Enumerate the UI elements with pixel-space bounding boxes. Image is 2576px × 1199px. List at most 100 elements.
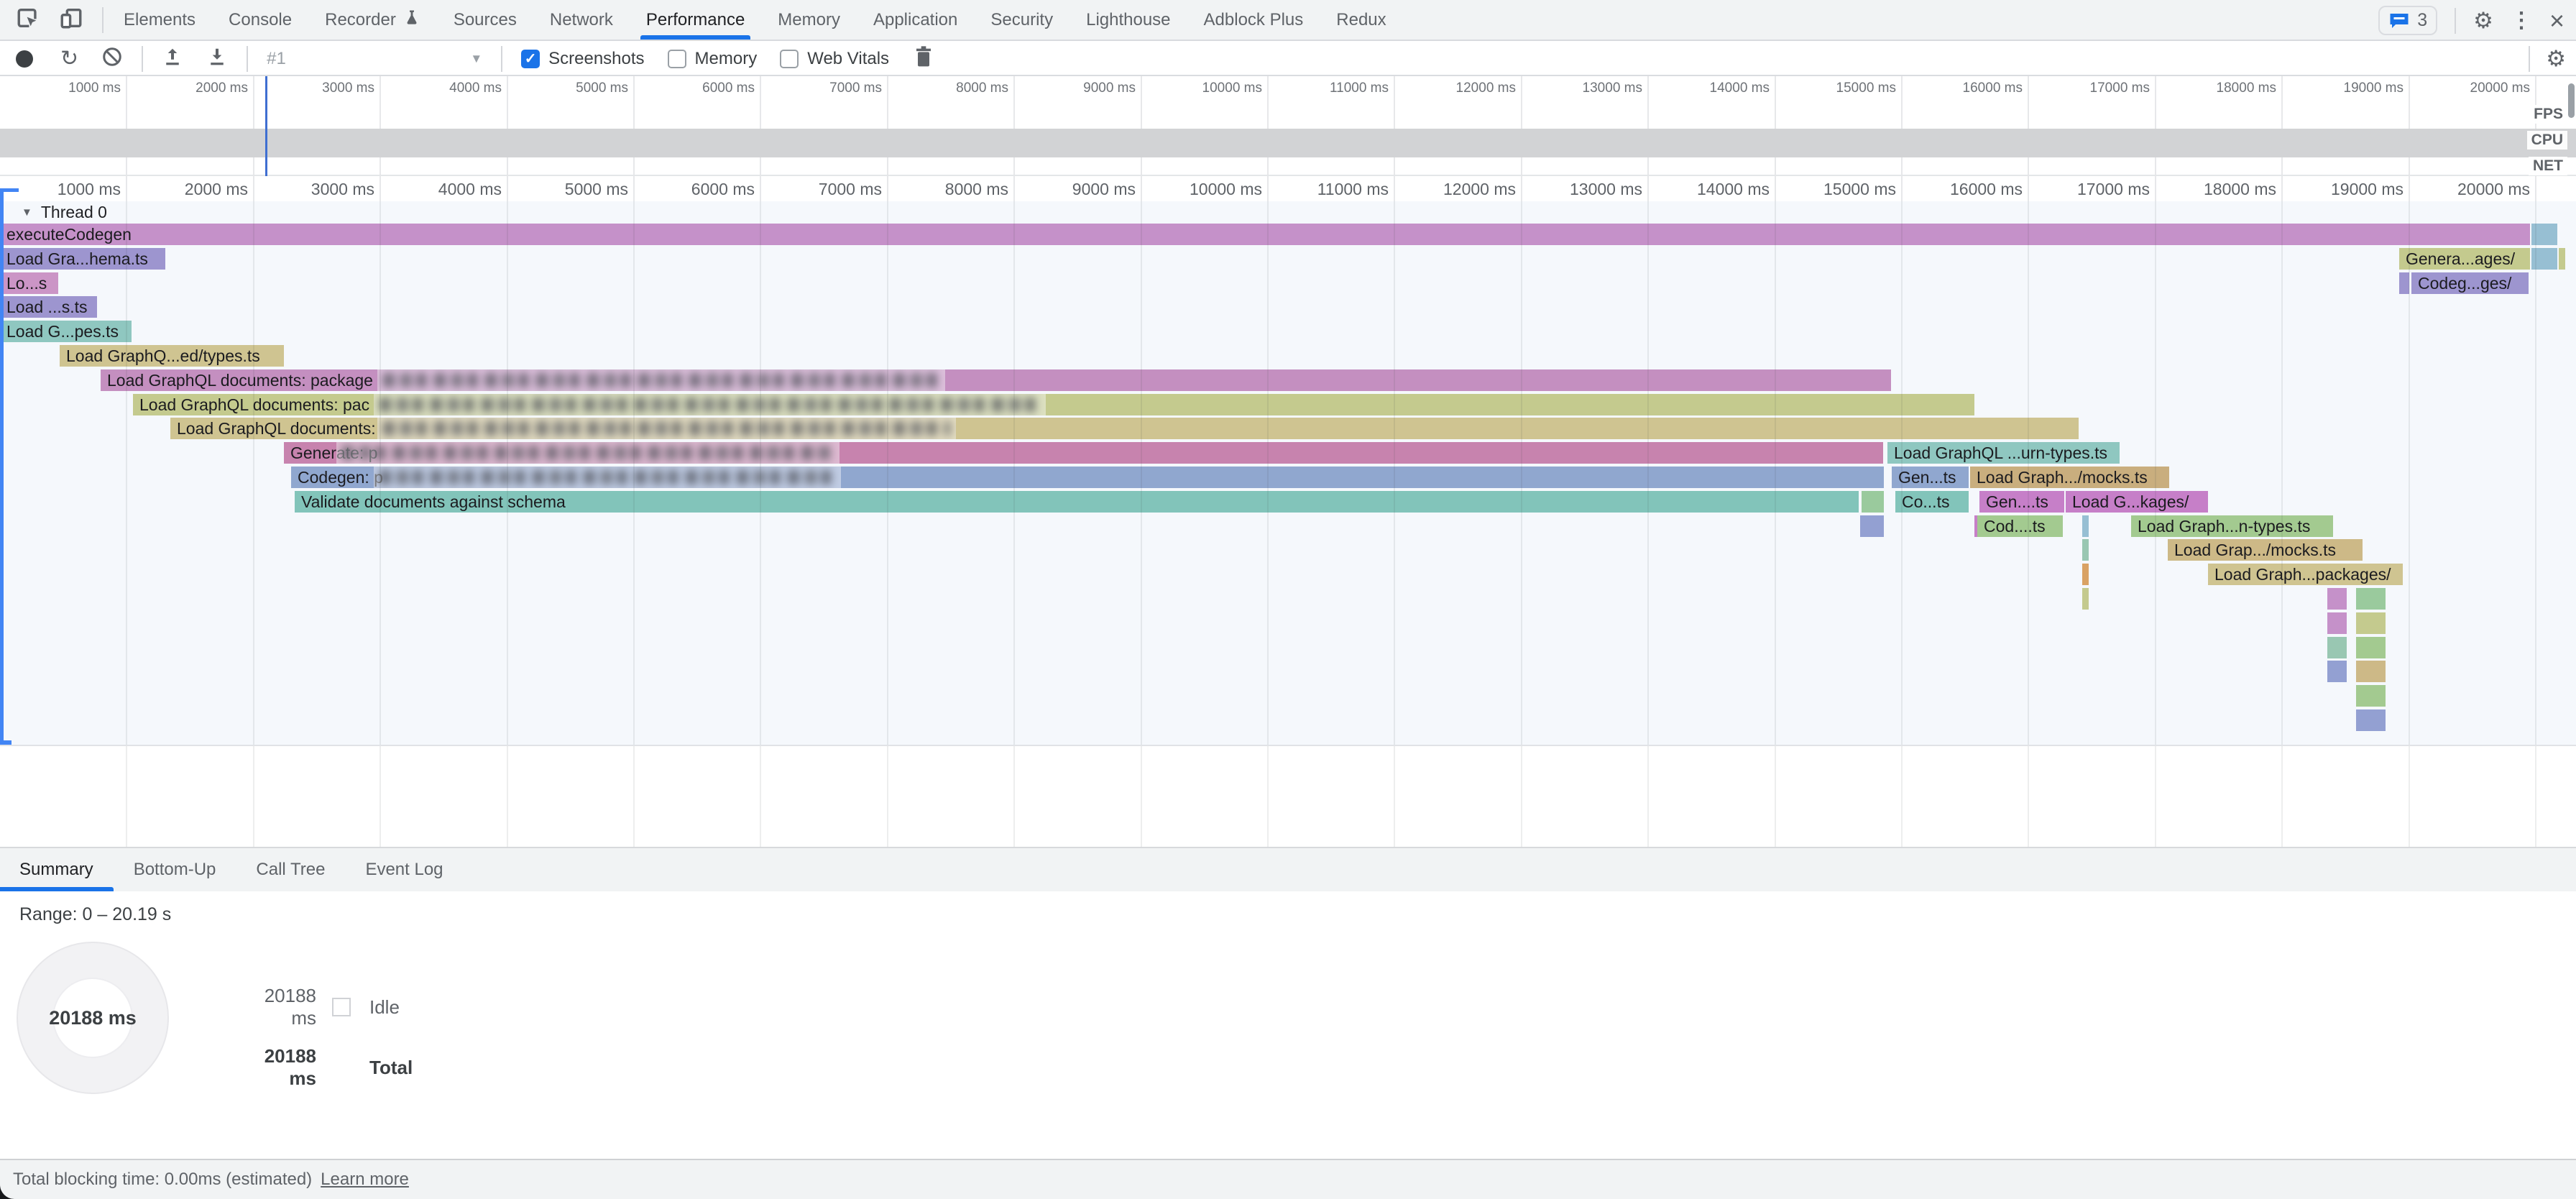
timeline-overview[interactable]: 1000 ms2000 ms3000 ms4000 ms5000 ms6000 … [0, 76, 2576, 176]
history-select[interactable]: #1 ▼ [267, 49, 482, 69]
inspect-element-icon[interactable] [16, 6, 40, 34]
flame-bar-load-graph-n-types-ts[interactable]: Load Graph...n-types.ts [2131, 515, 2333, 537]
flame-bar[interactable] [2356, 637, 2386, 658]
device-toolbar-icon[interactable] [59, 6, 83, 34]
save-profile-icon[interactable] [206, 46, 228, 71]
flame-bar-label: Validate documents against schema [301, 492, 566, 511]
more-options-icon[interactable]: ⋮ [2511, 8, 2532, 33]
flamechart-pane[interactable]: ▼ Thread 0 executeCodegen Load Gra...hema… [0, 201, 2576, 847]
flame-bar-load-graph-mocks-ts[interactable]: Load Graph.../mocks.ts [1970, 467, 2169, 488]
close-devtools-icon[interactable]: × [2549, 8, 2564, 34]
track-bottom-divider [0, 745, 2576, 746]
redacted-text-blur [374, 467, 841, 488]
flame-bar[interactable] [2356, 709, 2386, 731]
load-profile-icon[interactable] [162, 46, 183, 71]
flame-bar[interactable] [2531, 248, 2557, 270]
tab-console[interactable]: Console [229, 0, 292, 40]
tab-lighthouse[interactable]: Lighthouse [1086, 0, 1170, 40]
tab-redux[interactable]: Redux [1336, 0, 1386, 40]
issues-badge[interactable]: 3 [2378, 6, 2437, 35]
overview-tick-label: 11000 ms [1245, 81, 1389, 96]
flame-bar-gen-ts[interactable]: Gen....ts [1979, 491, 2064, 513]
flame-bar[interactable] [2082, 539, 2089, 561]
reload-and-record-icon[interactable]: ↻ [60, 48, 78, 70]
overview-scrollbar-thumb[interactable] [2568, 83, 2575, 118]
checkbox-unchecked-icon[interactable] [780, 50, 799, 68]
record-button[interactable] [16, 50, 33, 68]
flame-bar[interactable] [1862, 491, 1884, 513]
flame-bar[interactable] [2531, 224, 2557, 245]
checkbox-screenshots[interactable]: ✓ Screenshots [521, 49, 644, 69]
flame-bar[interactable] [2327, 612, 2347, 634]
flame-bar-generate-p[interactable]: Generate: p [284, 442, 1883, 464]
details-tab-summary[interactable]: Summary [0, 848, 114, 891]
overview-tick-label: 2000 ms [104, 81, 248, 96]
flame-bar[interactable] [2399, 272, 2409, 294]
flame-bar-load-graphql-documents-pac[interactable]: Load GraphQL documents: pac [133, 394, 1974, 415]
checkbox-label: Screenshots [548, 49, 644, 69]
flame-bar[interactable] [2327, 637, 2347, 658]
flame-bar-cod-ts[interactable]: Cod....ts [1977, 515, 2063, 537]
tab-elements[interactable]: Elements [124, 0, 196, 40]
details-tab-bottom-up[interactable]: Bottom-Up [114, 848, 236, 891]
flame-bar[interactable] [1860, 515, 1884, 537]
flame-bar-load-graphq-ed-types-ts[interactable]: Load GraphQ...ed/types.ts [60, 345, 284, 367]
settings-gear-icon[interactable]: ⚙ [2473, 9, 2493, 32]
capture-settings-gear-icon[interactable]: ⚙ [2546, 47, 2566, 70]
overview-net-label: NET [2529, 157, 2567, 175]
flame-bar-load-g-kages[interactable]: Load G...kages/ [2066, 491, 2208, 513]
overview-tick-label: 5000 ms [484, 81, 628, 96]
flame-bar-genera-ages[interactable]: Genera...ages/ [2399, 248, 2530, 270]
thread-track-header[interactable]: ▼ Thread 0 [22, 201, 107, 224]
flame-bar-gen-ts[interactable]: Gen...ts [1892, 467, 1969, 488]
flame-bar-load-gra-hema-ts[interactable]: Load Gra...hema.ts [0, 248, 165, 270]
flame-bar[interactable] [2356, 685, 2386, 707]
checkbox-web-vitals[interactable]: Web Vitals [780, 49, 889, 69]
checkbox-memory[interactable]: Memory [668, 49, 758, 69]
flame-bar[interactable] [2559, 248, 2565, 270]
flame-bar[interactable] [2082, 564, 2089, 585]
tab-recorder[interactable]: Recorder [325, 0, 420, 40]
flame-bar-codeg-ges[interactable]: Codeg...ges/ [2411, 272, 2529, 294]
flame-bar[interactable] [2356, 661, 2386, 682]
flame-bar-executecodegen[interactable]: executeCodegen [0, 224, 2530, 245]
delete-recording-icon[interactable] [914, 45, 934, 72]
overview-cpu-label: CPU [2527, 131, 2567, 150]
tab-security[interactable]: Security [990, 0, 1053, 40]
flame-bar-co-ts[interactable]: Co...ts [1895, 491, 1969, 513]
tab-sources[interactable]: Sources [454, 0, 517, 40]
tab-memory[interactable]: Memory [778, 0, 840, 40]
flame-bar-codegen-p[interactable]: Codegen: p [291, 467, 1884, 488]
flame-bar-load-graphql-documents[interactable]: Load GraphQL documents: [170, 418, 2079, 439]
flame-bar-load-g-pes-ts[interactable]: Load G...pes.ts [0, 321, 132, 342]
checkbox-checked-icon[interactable]: ✓ [521, 50, 540, 68]
flame-bar[interactable] [2356, 588, 2386, 610]
clear-icon[interactable] [101, 46, 123, 71]
learn-more-link[interactable]: Learn more [321, 1170, 409, 1190]
checkbox-unchecked-icon[interactable] [668, 50, 686, 68]
collapse-triangle-icon[interactable]: ▼ [22, 206, 32, 219]
tab-network[interactable]: Network [550, 0, 613, 40]
flame-bar[interactable] [2327, 588, 2347, 610]
flame-bar[interactable] [2327, 661, 2347, 682]
flame-bar-load-s-ts[interactable]: Load ...s.ts [0, 296, 97, 318]
flame-bar-load-graph-packages[interactable]: Load Graph...packages/ [2208, 564, 2403, 585]
flame-bar-load-grap-mocks-ts[interactable]: Load Grap.../mocks.ts [2168, 539, 2363, 561]
details-tab-event-log[interactable]: Event Log [345, 848, 463, 891]
tab-adblock-plus[interactable]: Adblock Plus [1204, 0, 1304, 40]
flame-bar[interactable] [2082, 588, 2089, 610]
tab-performance[interactable]: Performance [646, 0, 745, 40]
flame-bar-lo-s[interactable]: Lo...s [0, 272, 58, 294]
tab-application[interactable]: Application [873, 0, 957, 40]
overview-fps-label: FPS [2529, 105, 2567, 124]
flame-bar[interactable] [2356, 612, 2386, 634]
details-tab-call-tree[interactable]: Call Tree [236, 848, 345, 891]
flame-bar[interactable] [2082, 515, 2089, 537]
tab-label: Recorder [325, 10, 396, 30]
flame-bar-load-graphql-documents-package[interactable]: Load GraphQL documents: package [101, 369, 1891, 391]
redacted-text-blur [374, 394, 1046, 415]
flame-bar-load-graphql-urn-types-ts[interactable]: Load GraphQL ...urn-types.ts [1887, 442, 2120, 464]
toolbar-separator [2529, 46, 2530, 72]
overview-tick-label: 8000 ms [865, 81, 1008, 96]
flame-bar-validate-documents-against-schema[interactable]: Validate documents against schema [295, 491, 1859, 513]
